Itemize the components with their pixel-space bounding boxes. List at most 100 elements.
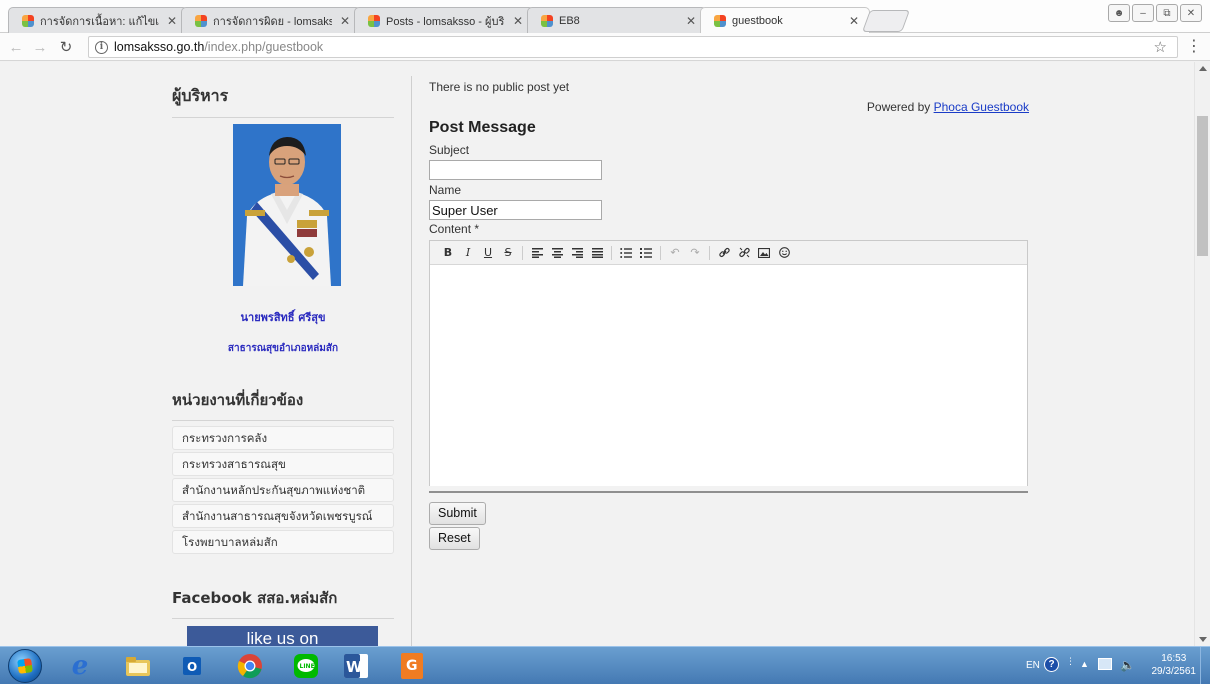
back-arrow-icon[interactable]: ← [6,37,26,57]
svg-text:W: W [346,658,363,676]
language-indicator[interactable]: EN [1026,660,1040,671]
powered-by-text: Powered by [866,100,934,114]
related-agencies-heading: หน่วยงานที่เกี่ยวข้อง [172,388,394,421]
info-icon[interactable]: i [95,40,108,54]
svg-text:LINE: LINE [300,663,315,670]
scroll-down-arrow-icon[interactable] [1199,637,1207,642]
reload-icon[interactable]: ↻ [56,37,76,57]
joomla-favicon-icon [540,14,554,28]
tab-title: การจัดการผิดย - lomsaks [213,15,332,28]
toolbar-separator [611,245,612,260]
align-justify-icon[interactable] [587,243,607,263]
chrome-icon[interactable] [234,650,266,682]
tab-close-icon[interactable]: ✕ [684,14,698,28]
tab-guestbook[interactable]: guestbook ✕ [700,7,870,34]
related-agencies-list: กระทรวงการคลัง กระทรวงสาธารณสุข สำนักงาน… [172,426,394,556]
tab-title: guestbook [732,15,783,27]
tab-eb8[interactable]: EB8 ✕ [527,7,707,33]
joomla-favicon-icon [21,14,35,28]
show-desktop-button[interactable] [1200,647,1210,684]
tab-close-icon[interactable]: ✕ [847,14,861,28]
file-explorer-icon[interactable] [122,650,154,682]
clock-time: 16:53 [1161,653,1187,664]
page-scrollbar[interactable] [1194,62,1210,646]
bullet-list-icon[interactable] [616,243,636,263]
tray-options-icon[interactable]: ⋮ [1066,656,1075,667]
link-icon[interactable] [714,243,734,263]
tab-strip: การจัดการเนื้อหา: แก้ไขเนื้อ ✕ การจัดการ… [0,0,1210,34]
executive-position: สาธารณสุขอำเภอหล่มสัก [227,343,339,354]
window-controls: ☻ – ⧉ ✕ [1108,4,1202,22]
close-window-button[interactable]: ✕ [1180,4,1202,22]
line-app-icon[interactable]: LINE [290,650,322,682]
numbered-list-icon[interactable] [636,243,656,263]
address-bar: ← → ↻ i lomsaksso.go.th/index.php/guestb… [0,33,1210,61]
joomla-favicon-icon [367,14,381,28]
svg-text:O: O [187,660,197,674]
tab-close-icon[interactable]: ✕ [165,14,179,28]
redo-icon[interactable]: ↷ [685,243,705,263]
underline-icon[interactable]: U [478,243,498,263]
editor-text-area[interactable] [430,265,1027,486]
page-viewport: ผู้บริหาร นายพรสิทธิ์ ศรีสุข สาธารณสุขอำ… [0,62,1194,646]
phoca-guestbook-link[interactable]: Phoca Guestbook [934,100,1029,114]
image-icon[interactable] [754,243,774,263]
pdf-app-icon[interactable]: G [396,650,428,682]
outlook-icon[interactable]: O [176,650,208,682]
url-input[interactable]: i lomsaksso.go.th/index.php/guestbook ☆ [88,36,1178,58]
volume-icon[interactable]: 🔈 [1120,658,1135,672]
tab-close-icon[interactable]: ✕ [338,14,352,28]
internet-explorer-icon[interactable]: e [64,650,96,682]
facebook-heading: Facebook สสอ.หล่มสัก [172,586,394,619]
user-profile-icon[interactable]: ☻ [1108,4,1130,22]
tab-title: Posts - lomsaksso - ผู้บริ [386,15,505,28]
no-post-message: There is no public post yet [429,80,570,94]
new-tab-button[interactable] [861,10,911,32]
submit-button[interactable]: Submit [429,502,486,525]
minimize-button[interactable]: – [1132,4,1154,22]
tab-posts[interactable]: Posts - lomsaksso - ผู้บริ ✕ [354,7,534,33]
url-domain: lomsaksso.go.th [114,40,205,54]
bookmark-star-icon[interactable]: ☆ [1154,37,1167,59]
name-input[interactable] [429,200,602,220]
related-link-ministry-finance[interactable]: กระทรวงการคลัง [172,426,394,450]
browser-menu-icon[interactable]: ⋮ [1186,37,1202,57]
facebook-like-box[interactable]: like us on [187,626,378,646]
align-right-icon[interactable] [567,243,587,263]
show-hidden-icons-icon[interactable]: ▲ [1080,659,1089,669]
tab-close-icon[interactable]: ✕ [511,14,525,28]
word-icon[interactable]: W [340,650,372,682]
undo-icon[interactable]: ↶ [665,243,685,263]
scrollbar-thumb[interactable] [1197,116,1208,256]
powered-by: Powered by Phoca Guestbook [867,100,1029,114]
editor-resize-bar[interactable] [429,491,1028,493]
subject-input[interactable] [429,160,602,180]
forward-arrow-icon[interactable]: → [30,37,50,57]
scroll-up-arrow-icon[interactable] [1199,66,1207,71]
related-link-ministry-health[interactable]: กระทรวงสาธารณสุข [172,452,394,476]
strikethrough-icon[interactable]: S [498,243,518,263]
restore-button[interactable]: ⧉ [1156,4,1178,22]
clock[interactable]: 16:53 29/3/2561 [1152,652,1197,678]
related-link-lomsak-hospital[interactable]: โรงพยาบาลหล่มสัก [172,530,394,554]
windows-taskbar: e O LINE W G EN ? ⋮ ▲ 🔈 16:53 29/3/2561 [0,646,1210,684]
column-divider [411,76,412,646]
related-link-phetchabun-health[interactable]: สำนักงานสาธารณสุขจังหวัดเพชรบูรณ์ [172,504,394,528]
align-left-icon[interactable] [527,243,547,263]
clock-date: 29/3/2561 [1151,666,1197,677]
reset-button[interactable]: Reset [429,527,480,550]
unlink-icon[interactable] [734,243,754,263]
italic-icon[interactable]: I [458,243,478,263]
facebook-like-text: like us on [246,629,319,646]
toolbar-separator [709,245,710,260]
bold-icon[interactable]: B [438,243,458,263]
align-center-icon[interactable] [547,243,567,263]
help-icon[interactable]: ? [1044,657,1059,672]
tab-content-manage[interactable]: การจัดการผิดย - lomsaks ✕ [181,7,361,33]
start-button[interactable] [8,649,42,683]
tab-content-edit[interactable]: การจัดการเนื้อหา: แก้ไขเนื้อ ✕ [8,7,188,33]
network-icon[interactable] [1098,658,1112,670]
related-link-nhso[interactable]: สำนักงานหลักประกันสุขภาพแห่งชาติ [172,478,394,502]
emoticon-icon[interactable] [774,243,794,263]
post-message-heading: Post Message [429,119,536,136]
